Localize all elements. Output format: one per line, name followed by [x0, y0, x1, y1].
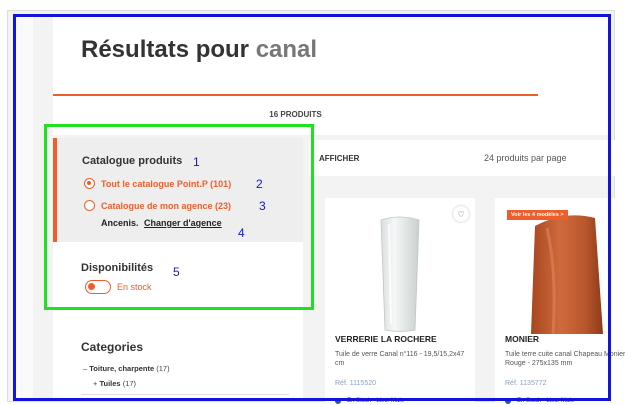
- product-name[interactable]: MONIER: [505, 334, 539, 344]
- tab-products[interactable]: 16 PRODUITS: [53, 110, 538, 119]
- page-title-prefix: Résultats pour: [81, 36, 250, 63]
- category-count: (17): [122, 379, 137, 388]
- divider: [81, 394, 289, 395]
- annotation-marker: 4: [238, 226, 245, 240]
- results-toolbar: AFFICHER 24 produits par page: [309, 140, 619, 176]
- radio-checked-icon[interactable]: [84, 178, 95, 189]
- stock-status: En Stock - Lieu: Maie: [505, 398, 574, 404]
- per-page-select[interactable]: 24 produits par page: [484, 153, 567, 163]
- stock-label: En Stock - Lieu: Maie: [517, 398, 575, 404]
- active-tab-indicator: [53, 94, 538, 96]
- header-card: Résultats pour canal 16 PRODUITS: [53, 14, 611, 135]
- search-query: canal: [255, 36, 318, 63]
- category-name: Tuiles: [99, 379, 121, 388]
- page-title: Résultats pour canal: [81, 36, 317, 64]
- category-name: Toiture, charpente: [89, 364, 155, 373]
- agency-city: Ancenis.: [101, 218, 139, 228]
- catalogue-title: Catalogue produits: [82, 155, 183, 167]
- product-reference: Réf. 1135772: [505, 380, 547, 387]
- category-item[interactable]: + Tuiles (17): [93, 379, 136, 388]
- stock-dot-icon: [505, 398, 511, 404]
- catalogue-filter: Catalogue produits Tout le catalogue Poi…: [53, 138, 303, 242]
- availability-title: Disponibilités: [81, 262, 154, 274]
- option-agency-catalogue[interactable]: Catalogue de mon agence (23): [84, 200, 231, 211]
- category-count: (17): [156, 364, 170, 373]
- product-image-terracotta-tile[interactable]: [495, 212, 625, 334]
- product-card[interactable]: Voir les 4 modèles > MONIER Tuile terre …: [495, 198, 625, 405]
- change-agency-link[interactable]: Changer d'agence: [144, 218, 222, 228]
- categories-title: Categories: [81, 340, 144, 354]
- product-count: 16: [269, 110, 279, 119]
- product-description: Tuile terre cuite canal Chapeau Monier R…: [505, 351, 625, 367]
- afficher-label: AFFICHER: [319, 154, 360, 163]
- product-description: Tuile de verre Canal n°116 - 19,5/15,2x4…: [335, 351, 465, 367]
- annotation-marker: 3: [259, 199, 266, 213]
- product-image-glass-tile[interactable]: [325, 212, 475, 334]
- option-label: Catalogue de mon agence (23): [101, 200, 232, 211]
- annotation-marker: 1: [193, 155, 200, 169]
- collapse-icon: –: [83, 364, 88, 373]
- stock-dot-icon: [335, 398, 341, 404]
- agency-line: Ancenis. Changer d'agence: [101, 218, 222, 228]
- in-stock-label: En stock: [117, 282, 152, 292]
- radio-unchecked-icon[interactable]: [84, 200, 95, 211]
- option-label: Tout le catalogue Point.P (101): [101, 178, 232, 189]
- see-models-badge[interactable]: Voir les 4 modèles >: [507, 210, 568, 220]
- left-gutter: [13, 14, 33, 401]
- in-stock-toggle-row[interactable]: En stock: [85, 280, 152, 294]
- product-name[interactable]: VERRERIE LA ROCHERE: [335, 334, 437, 344]
- expand-icon: +: [93, 379, 98, 388]
- option-full-catalogue[interactable]: Tout le catalogue Point.P (101): [84, 178, 231, 189]
- products-tab-label: PRODUITS: [280, 110, 322, 119]
- product-card[interactable]: ♡ VERRERIE LA ROCHERE Tuile de verre Can…: [325, 198, 475, 405]
- annotation-marker: 2: [256, 177, 263, 191]
- toggle-switch[interactable]: [85, 280, 111, 294]
- category-item[interactable]: – Toiture, charpente (17): [83, 364, 170, 373]
- annotation-marker: 5: [173, 265, 180, 279]
- stock-label: En Stock - Lieu: Maie: [347, 398, 405, 404]
- product-reference: Réf. 1115520: [335, 380, 376, 387]
- stock-status: En Stock - Lieu: Maie: [335, 398, 404, 404]
